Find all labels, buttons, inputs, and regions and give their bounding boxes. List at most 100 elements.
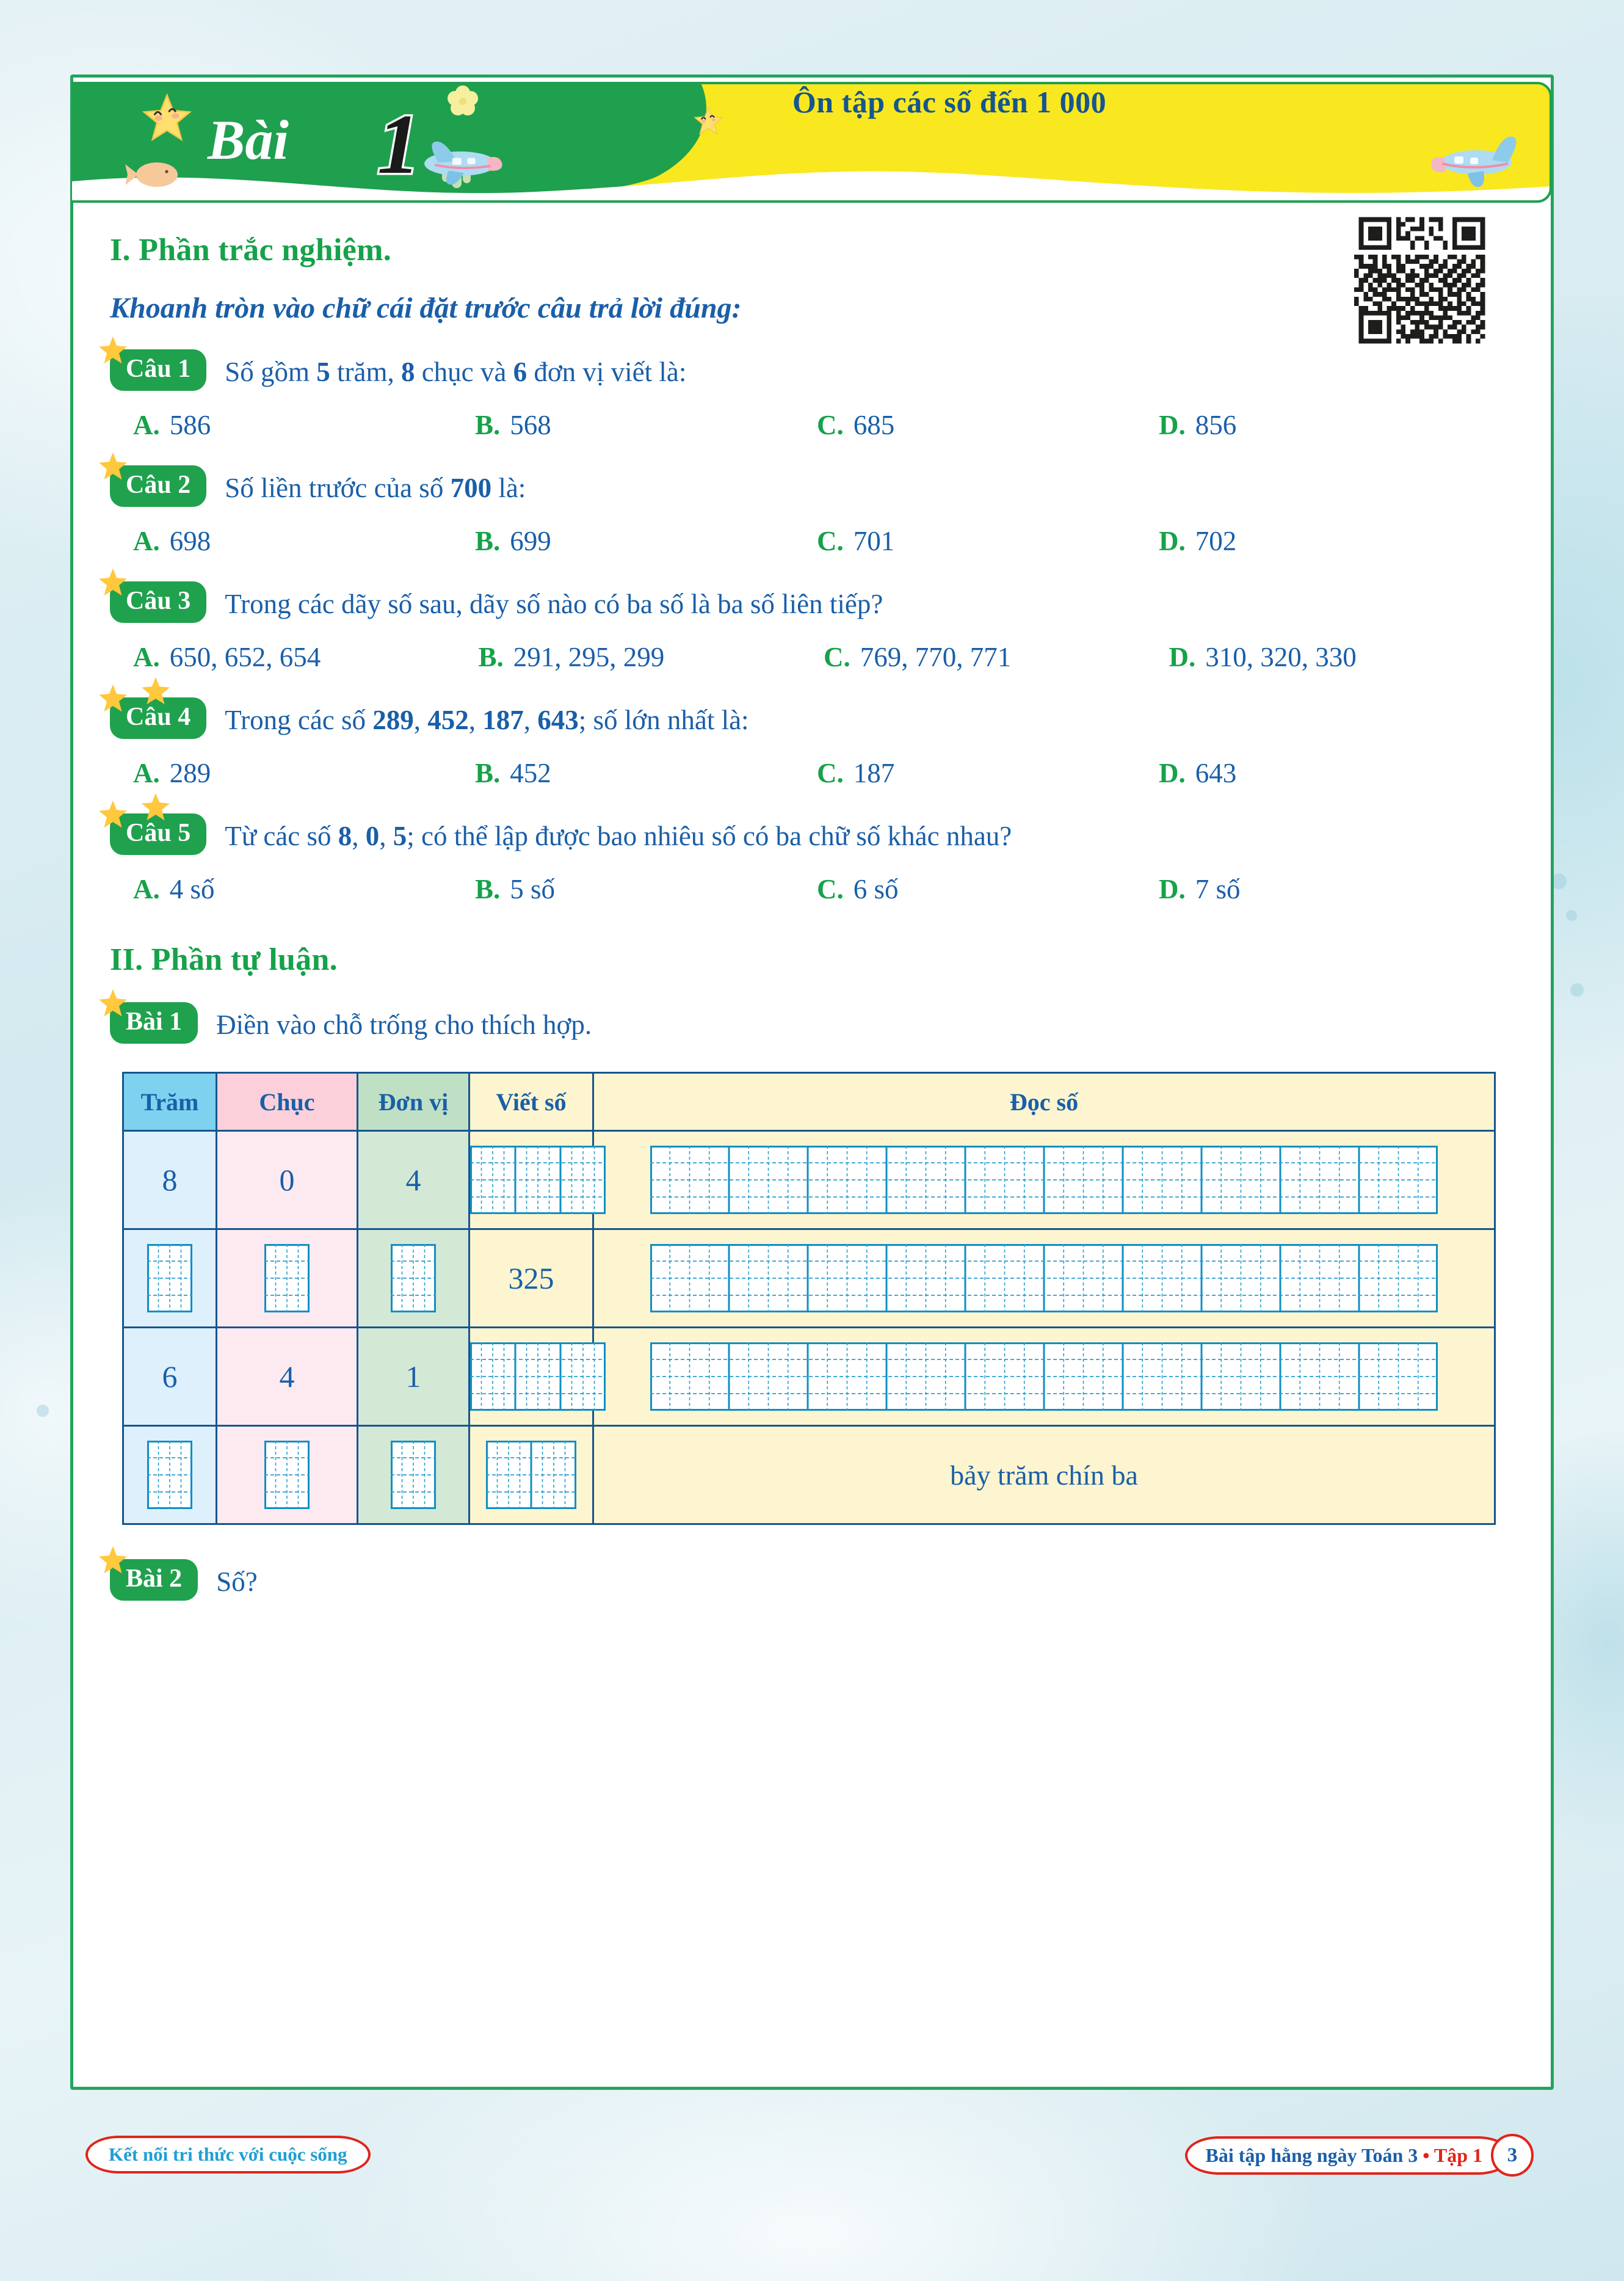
cell-value: 4 — [279, 1359, 295, 1394]
question-4-options: A. 289 B. 452 C. 187 D. 643 — [110, 757, 1514, 789]
table-cell-chuc[interactable] — [216, 1228, 358, 1328]
option-value: 702 — [1195, 526, 1237, 556]
question-1-option-D[interactable]: D. 856 — [1159, 409, 1501, 441]
question-5-option-B[interactable]: B. 5 số — [475, 873, 817, 905]
question-3-option-A[interactable]: A. 650, 652, 654 — [133, 641, 479, 673]
part-2-heading: II. Phần tự luận. — [110, 942, 338, 977]
writing-grid[interactable] — [264, 1441, 310, 1509]
exercise-1-badge-wrap: Bài 1 — [99, 989, 198, 1044]
option-letter: C. — [817, 758, 844, 788]
question-1-option-A[interactable]: A. 586 — [133, 409, 475, 441]
table-row: bảy trăm chín ba — [122, 1425, 1496, 1525]
question-4-option-D[interactable]: D. 643 — [1159, 757, 1501, 789]
question-2-badge[interactable]: Câu 2 — [110, 465, 207, 507]
option-letter: A. — [133, 758, 160, 788]
question-5-option-A[interactable]: A. 4 số — [133, 873, 475, 905]
option-letter: A. — [133, 874, 160, 904]
question-2-badge-wrap: Câu 2 — [99, 452, 207, 507]
question-5-option-D[interactable]: D. 7 số — [1159, 873, 1501, 905]
question-1-badge-wrap: Câu 1 — [99, 336, 207, 391]
question-2-option-D[interactable]: D. 702 — [1159, 525, 1501, 557]
question-1-option-C[interactable]: C. 685 — [817, 409, 1159, 441]
table-cell-viet-so[interactable] — [468, 1130, 606, 1230]
question-3-badge-wrap: Câu 3 — [99, 568, 207, 623]
book-title: Bài tập hằng ngày Toán 3 — [1205, 2144, 1418, 2166]
table-cell-tram[interactable] — [122, 1425, 217, 1525]
option-letter: D. — [1159, 526, 1186, 556]
question-5-option-C[interactable]: C. 6 số — [817, 873, 1159, 905]
exercise-2-badge[interactable]: Bài 2 — [110, 1559, 198, 1601]
question-2-text: Số liền trước của số 700 là: — [225, 473, 526, 503]
writing-grid[interactable] — [264, 1244, 310, 1312]
option-value: 4 số — [169, 874, 215, 904]
option-letter: C. — [824, 642, 850, 672]
cell-value: 6 — [162, 1359, 178, 1394]
cell-value: 325 — [508, 1261, 554, 1295]
publisher-badge: Kết nối tri thức với cuộc sống — [85, 2136, 371, 2174]
question-3-text: Trong các dãy số sau, dãy số nào có ba s… — [225, 589, 883, 619]
question-4-option-C[interactable]: C. 187 — [817, 757, 1159, 789]
question-4-badge[interactable]: Câu 4 — [110, 697, 207, 739]
option-value: 643 — [1195, 758, 1237, 788]
option-value: 289 — [169, 758, 211, 788]
option-letter: B. — [475, 874, 501, 904]
question-4: Câu 4 Trong các số 289, 452, 187, 643; số… — [99, 677, 1514, 739]
option-letter: A. — [133, 642, 160, 672]
question-2-option-C[interactable]: C. 701 — [817, 525, 1159, 557]
exercise-2-row: Bài 2 Số? — [99, 1546, 1514, 1601]
table-row: 325 — [122, 1228, 1496, 1328]
exercise-2: Bài 2 Số? — [99, 1546, 1514, 1601]
option-letter: A. — [133, 410, 160, 440]
question-1-badge[interactable]: Câu 1 — [110, 349, 207, 391]
writing-grid[interactable] — [147, 1244, 192, 1312]
table-header-chuc: Chục — [216, 1072, 358, 1132]
writing-grid[interactable] — [470, 1342, 606, 1411]
table-cell-viet-so[interactable] — [468, 1326, 606, 1427]
table-cell-doc-so[interactable] — [592, 1130, 1496, 1230]
question-2-option-B[interactable]: B. 699 — [475, 525, 817, 557]
option-letter: B. — [475, 758, 501, 788]
table-cell-doc-so[interactable] — [592, 1326, 1496, 1427]
multiple-choice-questions: Câu 1 Số gồm 5 trăm, 8 chục và 6 đơn vị v… — [99, 336, 1515, 905]
writing-grid[interactable] — [650, 1146, 1438, 1214]
exercise-1: Bài 1 Điền vào chỗ trống cho thích hợp. — [99, 989, 1514, 1044]
writing-grid[interactable] — [470, 1146, 606, 1214]
exercise-1-badge[interactable]: Bài 1 — [110, 1002, 198, 1044]
option-letter: C. — [817, 874, 844, 904]
question-3-option-B[interactable]: B. 291, 295, 299 — [479, 641, 824, 673]
writing-grid[interactable] — [391, 1244, 436, 1312]
question-2-option-A[interactable]: A. 698 — [133, 525, 475, 557]
table-body: 8 0 4 325 6 4 1 bảy trăm chín ba — [122, 1130, 1496, 1525]
cell-value: 1 — [405, 1359, 421, 1394]
writing-grid[interactable] — [650, 1244, 1438, 1312]
question-3-option-D[interactable]: D. 310, 320, 330 — [1169, 641, 1515, 673]
question-1-options: A. 586 B. 568 C. 685 D. 856 — [110, 409, 1514, 441]
part-1-heading: I. Phần trắc nghiệm. — [110, 233, 391, 267]
question-3-badge[interactable]: Câu 3 — [110, 581, 207, 623]
table-cell-viet-so[interactable] — [468, 1425, 594, 1525]
table-cell-chuc[interactable] — [216, 1425, 358, 1525]
writing-grid[interactable] — [486, 1441, 576, 1509]
question-1: Câu 1 Số gồm 5 trăm, 8 chục và 6 đơn vị v… — [99, 336, 1514, 391]
question-4-option-B[interactable]: B. 452 — [475, 757, 817, 789]
table-cell-don-vi[interactable] — [357, 1228, 470, 1328]
writing-grid[interactable] — [650, 1342, 1438, 1411]
part-1-instruction: Khoanh tròn vào chữ cái đặt trước câu tr… — [110, 292, 742, 324]
question-1-option-B[interactable]: B. 568 — [475, 409, 817, 441]
table-cell-tram[interactable] — [122, 1228, 217, 1328]
table-cell-don-vi: 1 — [357, 1326, 470, 1427]
table-cell-doc-so[interactable] — [592, 1228, 1496, 1328]
question-5-badge[interactable]: Câu 5 — [110, 813, 207, 855]
option-letter: D. — [1159, 758, 1186, 788]
writing-grid[interactable] — [147, 1441, 192, 1509]
place-value-table: Trăm Chục Đơn vị Viết số Đọc số 8 0 4 325 6 4 1 bảy… — [122, 1072, 1496, 1525]
option-value: 586 — [169, 410, 211, 440]
question-3-option-C[interactable]: C. 769, 770, 771 — [824, 641, 1169, 673]
option-value: 769, 770, 771 — [860, 642, 1012, 672]
option-letter: C. — [817, 526, 844, 556]
table-cell-don-vi[interactable] — [357, 1425, 470, 1525]
writing-grid[interactable] — [391, 1441, 436, 1509]
question-5-options: A. 4 số B. 5 số C. 6 số D. 7 số — [110, 873, 1514, 905]
footer-right-group: Bài tập hằng ngày Toán 3 • Tập 1 3 — [1184, 2134, 1534, 2177]
question-4-option-A[interactable]: A. 289 — [133, 757, 475, 789]
